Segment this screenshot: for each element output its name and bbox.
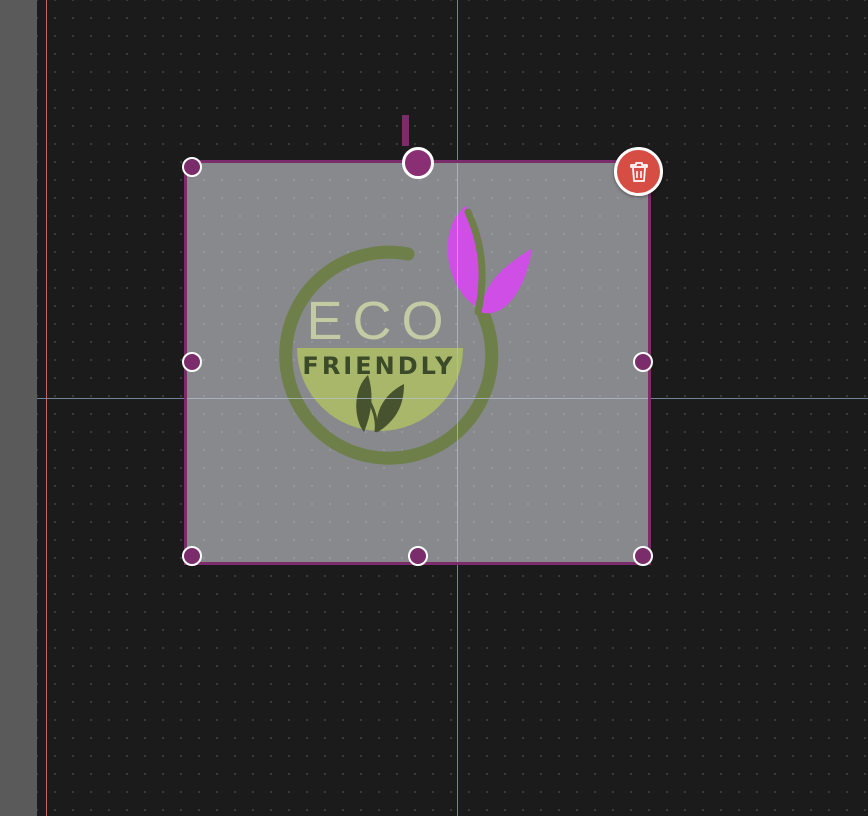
resize-handle-middle-right[interactable]	[633, 352, 653, 372]
resize-handle-middle-left[interactable]	[182, 352, 202, 372]
resize-handle-bottom-right[interactable]	[633, 546, 653, 566]
resize-handle-top-left[interactable]	[182, 157, 202, 177]
margin-guide-line	[46, 0, 47, 816]
trash-icon	[629, 161, 648, 182]
selection-border	[184, 160, 651, 565]
delete-button[interactable]	[614, 147, 663, 196]
left-panel	[0, 0, 37, 816]
rotate-stem	[402, 115, 409, 146]
rotate-handle[interactable]	[402, 147, 434, 179]
resize-handle-bottom-center[interactable]	[408, 546, 428, 566]
resize-handle-bottom-left[interactable]	[182, 546, 202, 566]
